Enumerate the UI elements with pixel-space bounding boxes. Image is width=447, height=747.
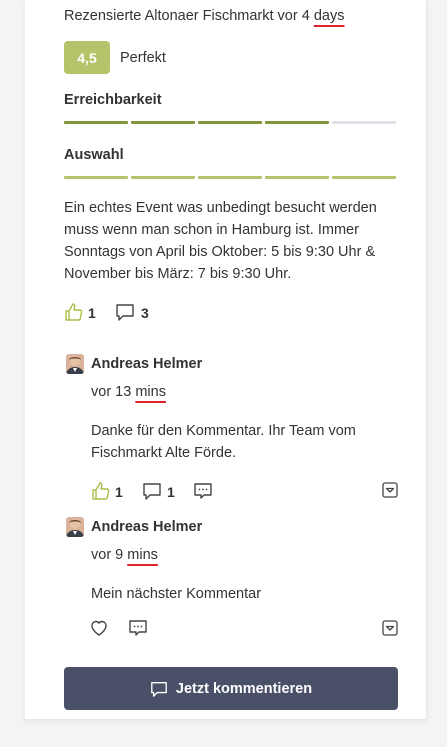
comment-author[interactable]: Andreas Helmer xyxy=(91,519,202,535)
avatar xyxy=(66,354,84,374)
comment-like-count: 1 xyxy=(115,484,123,500)
rating-segment xyxy=(64,121,128,124)
rating-segment-empty xyxy=(332,121,396,124)
reply-icon[interactable] xyxy=(128,618,148,638)
comment-author[interactable]: Andreas Helmer xyxy=(91,356,202,372)
rating-segment xyxy=(265,176,329,179)
review-meta: Rezensierte Altonaer Fischmarkt vor 4 da… xyxy=(64,5,344,27)
review-card: Rezensierte Altonaer Fischmarkt vor 4 da… xyxy=(24,0,427,720)
comment-time: vor 9 mins xyxy=(91,544,158,566)
options-dropdown-icon[interactable] xyxy=(382,482,398,498)
options-dropdown-icon[interactable] xyxy=(382,620,398,636)
rating-segment xyxy=(265,121,329,124)
heart-icon[interactable] xyxy=(89,618,109,638)
comment-time-unit: mins xyxy=(135,384,166,400)
rating-bar-erreichbarkeit xyxy=(64,121,396,124)
review-body: Ein echtes Event was unbedingt besucht w… xyxy=(64,200,377,282)
review-like-count: 1 xyxy=(88,305,96,321)
speech-bubble-icon xyxy=(150,680,168,698)
rating-segment xyxy=(131,121,195,124)
review-meta-text: Rezensierte Altonaer Fischmarkt vor 4 xyxy=(64,8,314,24)
review-meta-unit: days xyxy=(313,8,345,24)
score-badge: 4,5 xyxy=(64,41,110,74)
comment-time-text: vor 13 xyxy=(91,384,136,400)
review-comment-count: 3 xyxy=(141,305,149,321)
comment-button-label: Jetzt kommentieren xyxy=(175,680,313,697)
comment-text: Danke für den Kommentar. Ihr Team vom Fi… xyxy=(91,423,356,461)
comment-time: vor 13 mins xyxy=(91,381,166,403)
rating-bar-auswahl xyxy=(64,176,396,179)
criterion-title-auswahl: Auswahl xyxy=(64,147,124,163)
rating-segment xyxy=(198,176,262,179)
thumbs-up-icon[interactable] xyxy=(64,302,84,322)
score-label: Perfekt xyxy=(120,50,166,66)
comment-time-unit: mins xyxy=(127,547,158,563)
speech-bubble-icon[interactable] xyxy=(142,481,162,501)
criterion-title-erreichbarkeit: Erreichbarkeit xyxy=(64,92,162,108)
speech-bubble-icon[interactable] xyxy=(115,302,135,322)
comment-time-text: vor 9 xyxy=(91,547,128,563)
thumbs-up-icon[interactable] xyxy=(91,481,111,501)
comment-text: Mein nächster Kommentar xyxy=(91,586,262,602)
rating-segment xyxy=(332,176,396,179)
reply-icon[interactable] xyxy=(193,481,213,501)
avatar xyxy=(66,517,84,537)
comment-button[interactable]: Jetzt kommentieren xyxy=(64,667,398,710)
rating-segment xyxy=(131,176,195,179)
rating-segment xyxy=(198,121,262,124)
rating-segment xyxy=(64,176,128,179)
comment-reply-count: 1 xyxy=(167,484,175,500)
